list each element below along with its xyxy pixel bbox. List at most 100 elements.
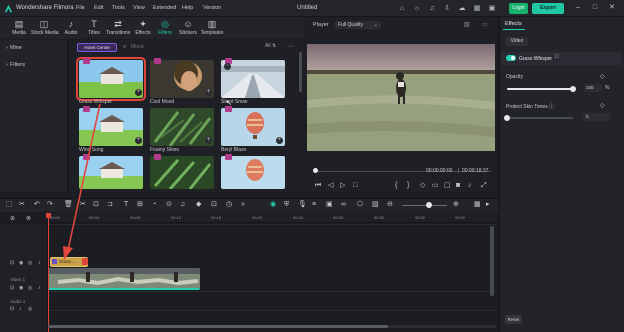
lightbulb-icon[interactable]: ☼ [412,4,422,13]
zoom-in-icon[interactable]: ⊕ [453,201,459,209]
mark-out-icon[interactable]: } [407,182,409,190]
headset-icon[interactable]: ♫ [427,4,437,13]
marker-icon[interactable]: ◆ [196,201,201,209]
opacity-value-field[interactable]: 100 [583,84,602,92]
quality-dropdown[interactable]: Full Quality ⌄ [335,21,381,29]
filter-thumb[interactable] [221,156,285,189]
mic-icon[interactable]: 🎙 [298,201,307,209]
add-icon[interactable]: + [276,137,283,144]
tool-templates[interactable]: ▥ Templates [199,19,225,36]
filter-thumb-grass-whisper[interactable] [76,57,146,101]
protect-value-field[interactable]: 0 [583,113,611,121]
text-icon[interactable]: T [124,201,128,209]
gift-icon[interactable]: ▣ [487,4,497,13]
filter-thumb[interactable] [150,156,214,189]
keyframe-icon[interactable]: ◇ [600,73,605,80]
reset-button[interactable]: Reset [505,315,522,324]
crop-zoom-icon[interactable]: ⊞ [137,201,143,209]
menu-edit[interactable]: Edit [94,5,103,11]
export-button[interactable]: Export [532,3,564,14]
add-icon[interactable]: + [135,89,142,96]
shield-icon[interactable]: ⛨ [284,201,289,209]
track-eye-icon[interactable]: ◉ [19,285,23,291]
menu-help[interactable]: Help [182,5,193,11]
speed-icon[interactable]: ◷ [226,201,232,209]
more-icon[interactable]: ··· [287,43,297,52]
add-icon[interactable]: + [205,137,212,144]
checkbox-icon[interactable]: □ [555,54,559,60]
opacity-slider-knob[interactable] [570,86,576,92]
menu-tools[interactable]: Tools [112,5,125,11]
time-ruler[interactable] [48,213,496,223]
picture-icon[interactable]: ▨ [372,201,379,209]
rewind-icon[interactable]: ◁ [328,182,333,190]
volume-icon[interactable]: ♪ [468,182,472,190]
tab-effects[interactable]: Effects [505,21,522,27]
grid-view-icon[interactable]: ▦ [474,201,481,209]
zoom-slider[interactable] [402,205,447,206]
track-mute-icon[interactable]: ◎ [28,306,32,312]
select-tool-icon[interactable]: ⬚ [6,201,13,209]
playhead[interactable] [48,213,49,332]
track-audio-icon[interactable]: ♪ [38,285,41,291]
track-visibility-icon[interactable]: ◎ [28,260,32,266]
device-icon[interactable]: ⌂ [397,4,407,13]
snapshot-icon[interactable]: ◙ [456,182,460,190]
tab-video[interactable]: Video [506,37,528,46]
track-lock-icon[interactable]: ⊡ [10,285,14,291]
category-filters[interactable]: Filters [10,62,25,68]
list-icon[interactable]: ≡ [312,201,316,209]
keyframe-icon[interactable]: ◇ [600,102,605,109]
add-track-icon[interactable]: ⊕ [10,215,15,222]
timeline-vscroll[interactable] [490,226,494,296]
minimize-icon[interactable]: – [573,3,583,13]
tool-media[interactable]: ▤ Media [6,19,32,36]
opacity-slider[interactable] [507,88,573,90]
adjust-icon[interactable]: ⊙ [166,201,172,209]
add-icon[interactable]: + [135,137,142,144]
protect-skin-tones-slider[interactable] [507,117,573,119]
track-volume-icon[interactable]: ♪ [19,306,22,312]
menu-file[interactable]: File [76,5,85,11]
more-tools-icon[interactable]: » [241,201,245,209]
layout-icon[interactable]: ▭ [482,21,488,28]
redo-icon[interactable]: ↷ [47,201,53,209]
grid-icon[interactable]: ▦ [472,4,482,13]
track-visibility-icon[interactable]: ◎ [28,285,32,291]
favorite-icon[interactable]: ◦ [224,63,231,70]
razor-tool-icon[interactable]: ✂ [19,201,25,209]
color-icon[interactable]: ◔ [152,201,156,209]
menu-view[interactable]: View [133,5,145,11]
image-icon[interactable]: ▨ [464,21,470,28]
fullscreen-icon[interactable]: ⤢ [481,182,487,190]
search-input[interactable] [131,43,261,52]
menu-version[interactable]: Version [203,5,221,11]
scrubber-knob[interactable] [313,168,318,173]
mark-in-icon[interactable]: { [395,182,397,190]
cloud-icon[interactable]: ☁ [457,4,467,13]
snapshot-icon[interactable]: ▣ [326,201,333,209]
login-button[interactable]: Login [509,3,528,14]
track-audio-icon[interactable]: ♪ [38,260,41,266]
audio-edit-icon[interactable]: ♫ [180,201,185,209]
download-icon[interactable]: ⇩ [442,4,452,13]
fit-icon[interactable]: ⊡ [211,201,217,209]
category-mine[interactable]: Mine [10,45,22,51]
video-clip[interactable] [48,268,200,290]
expand-icon[interactable]: ▸ [486,201,490,209]
add-icon[interactable]: + [205,89,212,96]
display-icon[interactable]: ▭ [432,182,439,190]
tool-stock-media[interactable]: ◫ Stock Media [31,19,59,36]
tool-stickers[interactable]: ☺ Stickers [175,19,201,36]
maximize-icon[interactable]: □ [590,3,600,13]
track-lock-icon[interactable]: ⊡ [10,306,14,312]
close-icon[interactable]: ✕ [607,3,617,13]
screen-icon[interactable]: ▢ [444,182,451,190]
zoom-out-icon[interactable]: ⊖ [387,201,393,209]
timeline-hscroll-thumb[interactable] [48,325,388,328]
play-icon[interactable]: ▷ [340,182,345,190]
tool-transitions[interactable]: ⇄ Transitions [105,19,131,36]
marker-icon[interactable]: ◇ [420,182,425,190]
filter-dropdown[interactable]: All ⇅ [265,43,283,52]
track-lock-icon[interactable]: ⊡ [10,260,14,266]
